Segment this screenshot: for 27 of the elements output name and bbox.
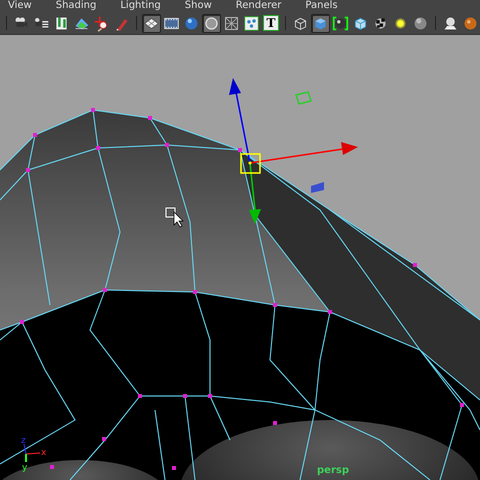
sphere-on-stand-icon: [442, 14, 459, 32]
menu-item[interactable]: Renderer: [236, 0, 282, 12]
menu-item[interactable]: View: [8, 0, 32, 12]
menu-item[interactable]: Panels: [305, 0, 338, 12]
bracketed-sphere-icon: [332, 14, 349, 32]
z-axis-label: z: [21, 436, 26, 446]
solid-cube-button[interactable]: [311, 14, 330, 32]
circle-button[interactable]: [202, 14, 221, 32]
axis-indicator-drawing: [24, 444, 40, 462]
vertex-points-button[interactable]: [242, 14, 261, 32]
shaded-sphere-icon: [412, 14, 429, 32]
y-axis-label: y: [22, 463, 28, 473]
zoom-target-icon: [93, 14, 110, 32]
text-tool-button[interactable]: T: [262, 14, 280, 32]
menu-item[interactable]: Shading: [56, 0, 96, 12]
menu-item[interactable]: Show: [184, 0, 212, 12]
grid-plane-button[interactable]: [142, 14, 161, 32]
x-axis-label: x: [41, 448, 46, 458]
vertex-points-icon: [243, 14, 260, 32]
wireframe-icon: [223, 14, 240, 32]
mouse-cursor-icon: [166, 208, 184, 228]
camera-name-label: persp: [317, 465, 349, 476]
textured-sphere-icon: [462, 14, 479, 32]
bracketed-sphere-button[interactable]: [331, 14, 350, 32]
circle-icon: [203, 14, 220, 32]
menu-item[interactable]: Lighting: [120, 0, 161, 12]
sphere-icon: [183, 14, 200, 32]
